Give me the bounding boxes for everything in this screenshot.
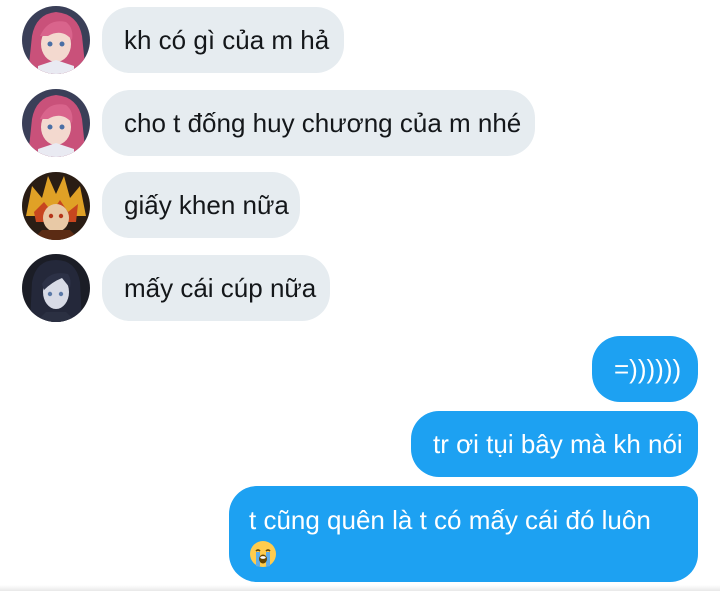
- received-message-bubble[interactable]: mấy cái cúp nữa: [102, 255, 330, 321]
- avatar-dark-hair[interactable]: [22, 254, 90, 322]
- avatar-flame-hair[interactable]: [22, 172, 90, 240]
- pink-hair-character-avatar-icon: [22, 6, 90, 74]
- sent-message-text: t cũng quên là t có mấy cái đó luôn: [249, 505, 651, 535]
- received-message-bubble[interactable]: giấy khen nữa: [102, 172, 300, 238]
- dark-hair-character-avatar-icon: [22, 254, 90, 322]
- avatar-pink-hair[interactable]: [22, 6, 90, 74]
- avatar-pink-hair[interactable]: [22, 89, 90, 157]
- received-message-bubble[interactable]: cho t đống huy chương của m nhé: [102, 90, 535, 156]
- sent-message-bubble[interactable]: tr ơi tụi bây mà kh nói: [411, 411, 698, 477]
- sent-message-bubble[interactable]: =)))))): [592, 336, 698, 402]
- received-message-bubble[interactable]: kh có gì của m hả: [102, 7, 344, 73]
- loudly-crying-face-icon: [249, 540, 277, 568]
- sent-message-bubble[interactable]: t cũng quên là t có mấy cái đó luôn: [229, 486, 698, 582]
- flame-hair-character-avatar-icon: [22, 172, 90, 240]
- bottom-edge: [0, 585, 720, 591]
- pink-hair-character-avatar-icon: [22, 89, 90, 157]
